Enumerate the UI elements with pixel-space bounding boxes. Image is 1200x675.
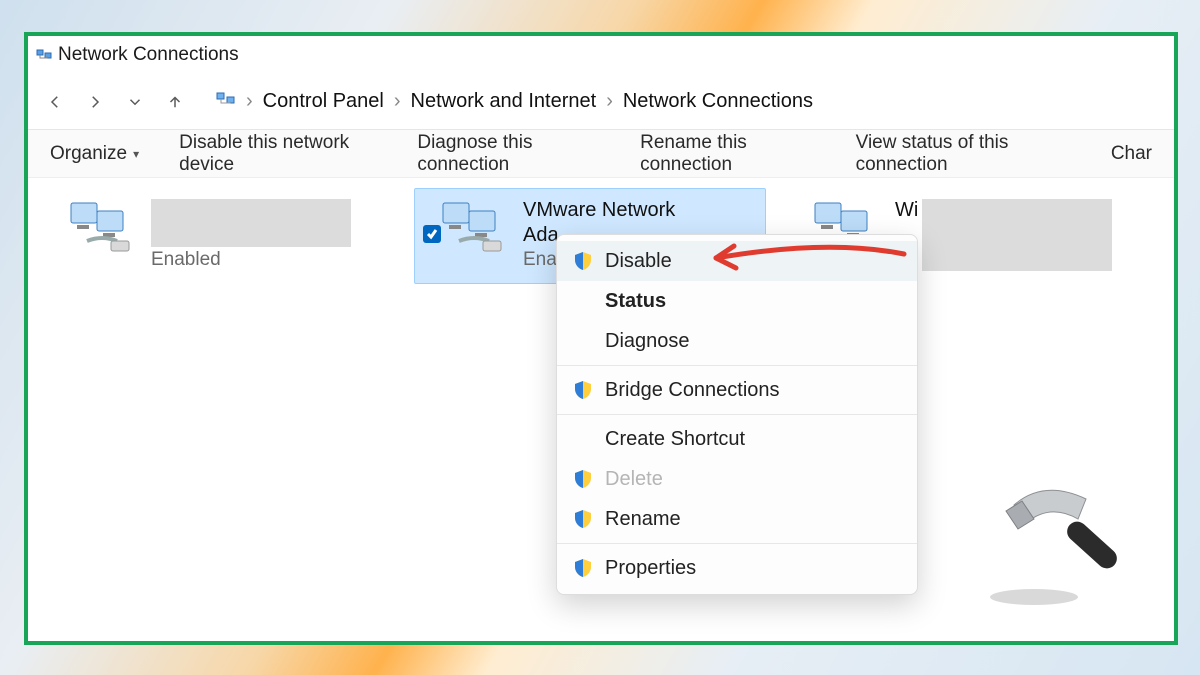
adapter-info: Enabled	[151, 199, 351, 271]
breadcrumb-network-connections[interactable]: Network Connections	[623, 90, 813, 113]
breadcrumb-sep: ›	[394, 90, 401, 113]
breadcrumb[interactable]: › Control Panel › Network and Internet ›…	[216, 89, 813, 115]
adapter-name-prefix: Wi	[895, 199, 918, 222]
uac-shield-icon	[573, 380, 593, 400]
ctx-properties-label: Properties	[605, 557, 696, 580]
adapter-name: VMware Network	[523, 199, 675, 222]
adapter-status: Enabled	[151, 249, 351, 271]
selection-checkbox[interactable]	[423, 225, 441, 243]
ctx-bridge-label: Bridge Connections	[605, 379, 780, 402]
rename-connection-button[interactable]: Rename this connection	[640, 132, 815, 176]
ctx-status[interactable]: Status	[557, 281, 917, 321]
ctx-create-shortcut-label: Create Shortcut	[605, 428, 745, 451]
breadcrumb-sep: ›	[606, 90, 613, 113]
network-adapter-icon	[67, 197, 139, 257]
ctx-disable-label: Disable	[605, 250, 672, 273]
ctx-rename-label: Rename	[605, 508, 681, 531]
ctx-delete: Delete	[557, 459, 917, 499]
navigation-row: › Control Panel › Network and Internet ›…	[28, 74, 1174, 130]
ctx-diagnose-label: Diagnose	[605, 330, 690, 353]
ctx-disable[interactable]: Disable	[557, 241, 917, 281]
adapter-name-redacted	[922, 199, 1112, 271]
adapter-item[interactable]: Enabled	[42, 188, 394, 284]
organize-label: Organize	[50, 143, 127, 165]
ctx-separator	[557, 365, 917, 366]
content-area: Enabled VMware Network Ada	[28, 178, 1174, 641]
ctx-bridge-connections[interactable]: Bridge Connections	[557, 370, 917, 410]
ctx-properties[interactable]: Properties	[557, 548, 917, 588]
ctx-status-label: Status	[605, 290, 666, 313]
location-icon	[216, 89, 236, 115]
uac-shield-icon	[573, 251, 593, 271]
forward-button[interactable]	[78, 85, 112, 119]
view-status-button[interactable]: View status of this connection	[856, 132, 1071, 176]
back-button[interactable]	[38, 85, 72, 119]
context-menu: Disable Status Diagnose Bridge Connectio…	[556, 234, 918, 595]
organize-menu[interactable]: Organize ▾	[50, 143, 139, 165]
command-toolbar: Organize ▾ Disable this network device D…	[28, 130, 1174, 178]
ctx-create-shortcut[interactable]: Create Shortcut	[557, 419, 917, 459]
adapter-name-redacted	[151, 199, 351, 247]
network-adapter-icon	[439, 197, 511, 257]
network-connections-window: Network Connections › Control Panel › Ne…	[24, 32, 1178, 645]
ctx-delete-label: Delete	[605, 468, 663, 491]
titlebar: Network Connections	[28, 36, 1174, 74]
change-settings-button-cutoff[interactable]: Char	[1111, 143, 1152, 165]
hammer-watermark-icon	[974, 477, 1134, 627]
breadcrumb-control-panel[interactable]: Control Panel	[263, 90, 384, 113]
chevron-down-icon: ▾	[133, 147, 139, 161]
window-title: Network Connections	[58, 44, 239, 66]
recent-locations-button[interactable]	[118, 85, 152, 119]
diagnose-connection-button[interactable]: Diagnose this connection	[417, 132, 600, 176]
adapter-info: Wi	[895, 199, 1112, 271]
network-connections-icon	[36, 47, 52, 63]
uac-shield-icon	[573, 469, 593, 489]
up-button[interactable]	[158, 85, 192, 119]
uac-shield-icon	[573, 558, 593, 578]
breadcrumb-network-and-internet[interactable]: Network and Internet	[411, 90, 597, 113]
ctx-separator	[557, 414, 917, 415]
uac-shield-icon	[573, 509, 593, 529]
ctx-separator	[557, 543, 917, 544]
breadcrumb-sep: ›	[246, 90, 253, 113]
ctx-diagnose[interactable]: Diagnose	[557, 321, 917, 361]
ctx-rename[interactable]: Rename	[557, 499, 917, 539]
disable-device-button[interactable]: Disable this network device	[179, 132, 377, 176]
